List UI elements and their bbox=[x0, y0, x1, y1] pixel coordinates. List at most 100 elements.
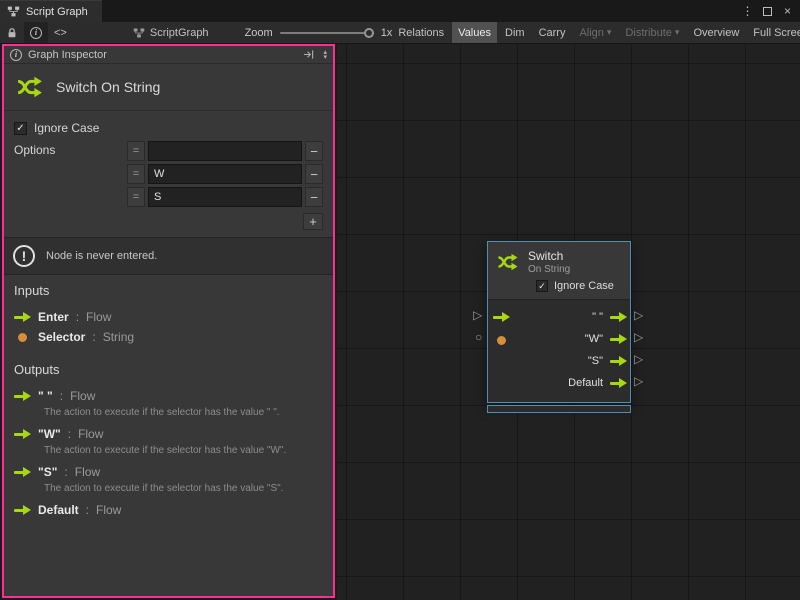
graph-inspector-panel: i Graph Inspector ▴ ▾ Switch On String ✓… bbox=[2, 44, 335, 598]
check-icon: ✓ bbox=[16, 123, 24, 134]
node-titles: Switch On String bbox=[528, 249, 570, 275]
tab-title: Script Graph bbox=[26, 6, 88, 18]
port-separator: : bbox=[76, 310, 79, 324]
lock-button[interactable] bbox=[0, 22, 24, 43]
graph-breadcrumb[interactable]: ScriptGraph bbox=[127, 22, 215, 43]
option-add-row: + bbox=[127, 213, 323, 230]
dock-panel-icon[interactable] bbox=[303, 49, 314, 60]
output-port-row: "W" : Flow bbox=[14, 425, 323, 443]
external-output-port-triangle[interactable]: ▷ bbox=[634, 308, 643, 322]
flow-output-port[interactable] bbox=[610, 333, 625, 345]
switch-on-string-node[interactable]: Switch On String ✓ Ignore Case " " "W" "… bbox=[487, 241, 631, 403]
port-name: Selector bbox=[38, 330, 85, 344]
inspector-toggle-button[interactable]: i bbox=[24, 22, 48, 43]
external-input-port-circle[interactable]: ○ bbox=[475, 330, 482, 344]
remove-option-button[interactable]: − bbox=[305, 141, 323, 161]
dim-button[interactable]: Dim bbox=[499, 22, 531, 43]
enter-port[interactable] bbox=[493, 311, 510, 323]
output-port-row: Default bbox=[488, 372, 630, 394]
port-description: The action to execute if the selector ha… bbox=[44, 407, 323, 418]
options-field: Options = − = − = − + bbox=[14, 141, 323, 230]
flow-arrow-icon bbox=[14, 504, 31, 516]
port-name: Default bbox=[38, 503, 79, 517]
output-port-label: Default bbox=[568, 377, 603, 389]
input-port-row: Enter : Flow bbox=[14, 308, 323, 326]
zoom-slider-handle[interactable] bbox=[364, 28, 374, 38]
flow-output-port[interactable] bbox=[610, 355, 625, 367]
external-input-port-triangle[interactable]: ▷ bbox=[473, 308, 482, 322]
carry-button[interactable]: Carry bbox=[533, 22, 572, 43]
port-type: Flow bbox=[86, 310, 111, 324]
output-port-row: " " : Flow bbox=[14, 387, 323, 405]
flow-arrow-icon bbox=[14, 390, 31, 402]
window-tab-script-graph[interactable]: Script Graph bbox=[0, 0, 102, 22]
port-separator: : bbox=[86, 503, 89, 517]
ignore-case-checkbox[interactable]: ✓ bbox=[536, 280, 548, 292]
full-screen-button[interactable]: Full Screen bbox=[747, 22, 800, 43]
maximize-icon[interactable] bbox=[760, 3, 775, 19]
output-port-row: "S" : Flow bbox=[14, 463, 323, 481]
remove-option-button[interactable]: − bbox=[305, 187, 323, 207]
menu-kebab-icon[interactable]: ⋮ bbox=[740, 3, 755, 19]
option-input-1[interactable] bbox=[148, 164, 302, 184]
inspected-node-title: Switch On String bbox=[56, 79, 160, 95]
graph-name: ScriptGraph bbox=[150, 27, 209, 39]
flow-output-port[interactable] bbox=[610, 377, 625, 389]
align-button[interactable]: Align ▾ bbox=[573, 22, 617, 43]
panel-spinner-icon[interactable]: ▴ ▾ bbox=[323, 50, 327, 60]
node-header: Switch On String ✓ Ignore Case bbox=[488, 242, 630, 300]
node-title-row: Switch On String bbox=[496, 249, 622, 275]
overview-button[interactable]: Overview bbox=[687, 22, 745, 43]
output-port-label: "W" bbox=[585, 333, 603, 345]
ignore-case-row: ✓ Ignore Case bbox=[14, 119, 323, 137]
zoom-slider[interactable] bbox=[280, 32, 374, 34]
warning-icon: ! bbox=[13, 245, 35, 267]
drag-handle-icon[interactable]: = bbox=[127, 164, 145, 184]
values-button[interactable]: Values bbox=[452, 22, 497, 43]
flow-arrow-icon bbox=[14, 311, 31, 323]
option-row: = − bbox=[127, 187, 323, 207]
options-label: Options bbox=[14, 141, 127, 157]
remove-option-button[interactable]: − bbox=[305, 164, 323, 184]
selector-port[interactable] bbox=[497, 336, 506, 345]
port-type: Flow bbox=[96, 503, 121, 517]
close-icon[interactable]: × bbox=[780, 3, 795, 19]
add-option-button[interactable]: + bbox=[303, 213, 323, 230]
graph-canvas[interactable]: Switch On String ✓ Ignore Case " " "W" "… bbox=[337, 44, 800, 600]
external-output-port-triangle[interactable]: ▷ bbox=[634, 330, 643, 344]
output-port-row: Default : Flow bbox=[14, 501, 323, 519]
lock-icon bbox=[6, 27, 18, 39]
port-type: Flow bbox=[75, 465, 100, 479]
graph-toolbar: i <> ScriptGraph Zoom 1x Relations Value… bbox=[0, 22, 800, 44]
maximize-box bbox=[763, 7, 772, 16]
node-ignore-case-label: Ignore Case bbox=[554, 280, 614, 292]
external-output-port-triangle[interactable]: ▷ bbox=[634, 352, 643, 366]
info-icon: i bbox=[10, 49, 22, 61]
option-input-0[interactable] bbox=[148, 141, 302, 161]
drag-handle-icon[interactable]: = bbox=[127, 141, 145, 161]
external-output-port-triangle[interactable]: ▷ bbox=[634, 374, 643, 388]
relations-button[interactable]: Relations bbox=[392, 22, 450, 43]
option-input-2[interactable] bbox=[148, 187, 302, 207]
option-row: = − bbox=[127, 164, 323, 184]
script-graph-icon bbox=[7, 5, 20, 18]
chevron-down-icon: ▾ bbox=[607, 27, 612, 38]
port-type: String bbox=[103, 330, 134, 344]
inspector-header: i Graph Inspector ▴ ▾ bbox=[4, 46, 333, 64]
graph-icon bbox=[133, 27, 145, 39]
ignore-case-checkbox[interactable]: ✓ bbox=[14, 122, 27, 135]
drag-handle-icon[interactable]: = bbox=[127, 187, 145, 207]
distribute-label: Distribute bbox=[625, 27, 671, 39]
port-name: " " bbox=[38, 389, 53, 403]
inspector-header-actions: ▴ ▾ bbox=[303, 49, 327, 60]
flow-arrow-icon bbox=[14, 466, 31, 478]
distribute-button[interactable]: Distribute ▾ bbox=[619, 22, 685, 43]
node-ignore-case-row: ✓ Ignore Case bbox=[536, 280, 622, 292]
flow-output-port[interactable] bbox=[610, 311, 625, 323]
ignore-case-label: Ignore Case bbox=[34, 121, 99, 135]
port-name: "S" bbox=[38, 465, 57, 479]
node-footer[interactable] bbox=[487, 405, 631, 413]
edit-source-button[interactable]: <> bbox=[48, 22, 73, 43]
port-type: Flow bbox=[78, 427, 103, 441]
value-port-icon bbox=[18, 333, 27, 342]
